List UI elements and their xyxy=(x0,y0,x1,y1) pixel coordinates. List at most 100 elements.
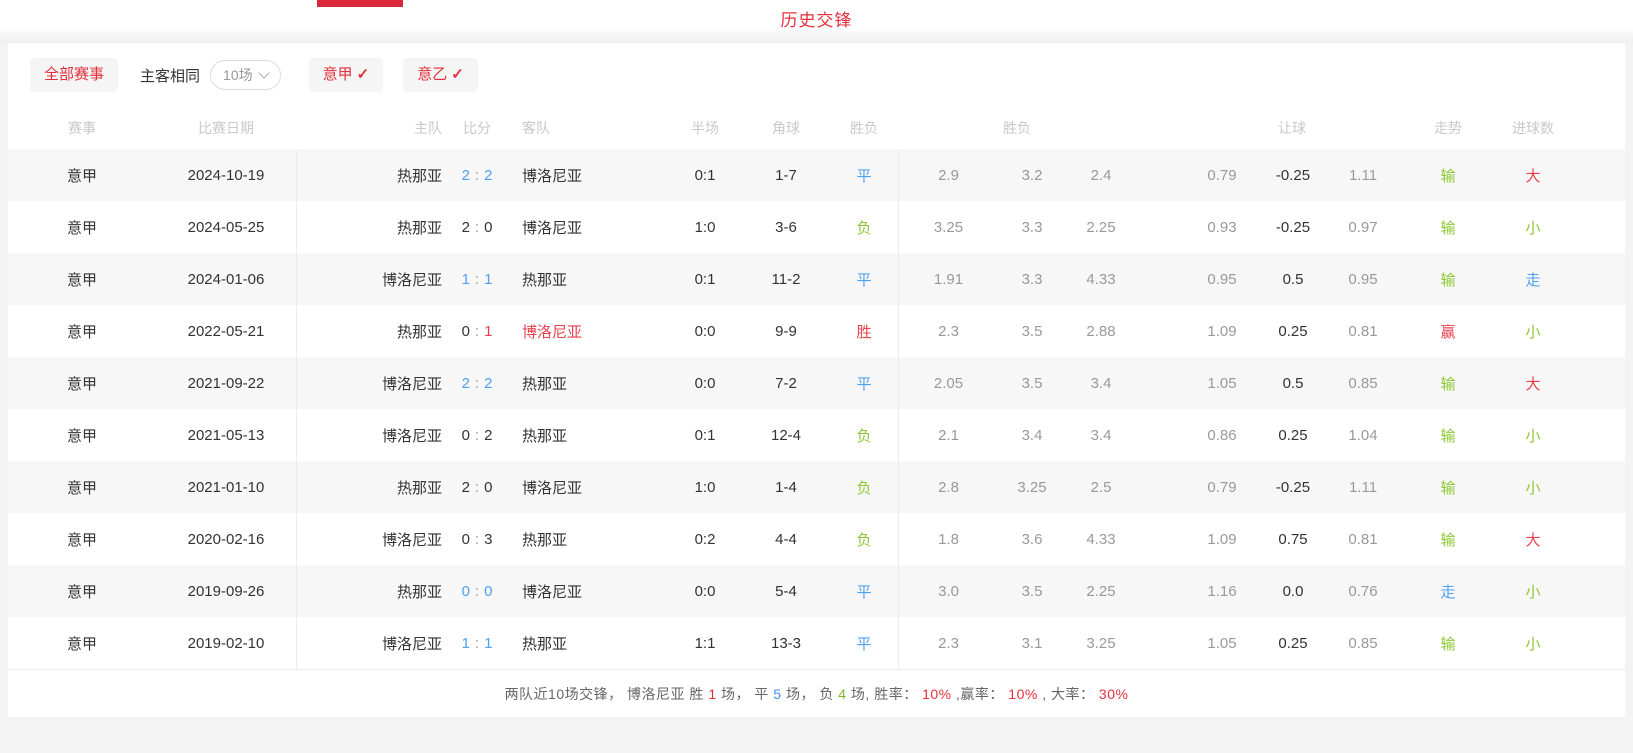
serie-b-filter-button[interactable]: 意乙✓ xyxy=(403,58,478,92)
trend-cell: 输 xyxy=(1398,529,1498,550)
odds-draw-cell: 3.4 xyxy=(998,427,1066,444)
home-team-cell: 博洛尼亚 xyxy=(296,253,452,305)
trend-cell: 输 xyxy=(1398,373,1498,394)
result-cell: 胜 xyxy=(830,321,898,342)
match-count-dropdown[interactable]: 10场 xyxy=(210,60,281,90)
history-card: 全部赛事 主客相同 10场 意甲✓ 意乙✓ 赛事 比赛日期 主队 比分 客队 半… xyxy=(8,43,1625,717)
handicap-home-cell: 1.05 xyxy=(1186,635,1258,652)
halftime-cell: 0:2 xyxy=(668,531,742,548)
serie-a-label: 意甲 xyxy=(323,66,353,83)
league-cell: 意甲 xyxy=(8,217,156,238)
handicap-line-cell: -0.25 xyxy=(1258,479,1328,496)
handicap-line-cell: -0.25 xyxy=(1258,219,1328,236)
handicap-away-cell: 1.11 xyxy=(1328,167,1398,184)
table-body: 意甲2024-10-19热那亚2:2博洛尼亚0:11-7平2.93.22.40.… xyxy=(8,149,1625,669)
handicap-home-cell: 0.95 xyxy=(1186,271,1258,288)
serie-a-filter-button[interactable]: 意甲✓ xyxy=(309,58,384,92)
goals-cell: 大 xyxy=(1498,373,1568,394)
score-cell: 1:1 xyxy=(452,635,502,652)
corner-cell: 1-7 xyxy=(742,167,830,184)
odds-home-cell: 1.8 xyxy=(898,513,998,565)
score-cell: 0:2 xyxy=(452,427,502,444)
handicap-home-cell: 1.05 xyxy=(1186,375,1258,392)
trend-cell: 输 xyxy=(1398,165,1498,186)
table-row: 意甲2021-01-10热那亚2:0博洛尼亚1:01-4负2.83.252.50… xyxy=(8,461,1625,513)
top-bar: 历史交锋 xyxy=(0,0,1633,28)
odds-away-cell: 3.25 xyxy=(1066,635,1136,652)
halftime-cell: 0:0 xyxy=(668,375,742,392)
odds-away-cell: 2.5 xyxy=(1066,479,1136,496)
summary-segment: , 大率： xyxy=(1042,686,1094,702)
away-team-cell: 热那亚 xyxy=(502,269,668,290)
handicap-home-cell: 0.86 xyxy=(1186,427,1258,444)
date-cell: 2024-01-06 xyxy=(156,271,296,288)
score-cell: 0:3 xyxy=(452,531,502,548)
table-row: 意甲2024-01-06博洛尼亚1:1热那亚0:111-2平1.913.34.3… xyxy=(8,253,1625,305)
handicap-line-cell: 0.25 xyxy=(1258,323,1328,340)
summary-segment: 30% xyxy=(1095,686,1129,702)
header-score: 比分 xyxy=(452,118,502,138)
score-cell: 0:0 xyxy=(452,583,502,600)
odds-draw-cell: 3.5 xyxy=(998,323,1066,340)
serie-b-label: 意乙 xyxy=(417,66,447,83)
odds-away-cell: 4.33 xyxy=(1066,531,1136,548)
result-cell: 平 xyxy=(830,633,898,654)
header-home: 主队 xyxy=(296,118,452,138)
handicap-home-cell: 1.09 xyxy=(1186,531,1258,548)
handicap-away-cell: 0.97 xyxy=(1328,219,1398,236)
away-team-cell: 博洛尼亚 xyxy=(502,581,668,602)
table-row: 意甲2019-02-10博洛尼亚1:1热那亚1:113-3平2.33.13.25… xyxy=(8,617,1625,669)
league-cell: 意甲 xyxy=(8,529,156,550)
same-home-away-label[interactable]: 主客相同 xyxy=(140,65,200,86)
trend-cell: 输 xyxy=(1398,477,1498,498)
corner-cell: 9-9 xyxy=(742,323,830,340)
league-cell: 意甲 xyxy=(8,321,156,342)
away-team-cell: 博洛尼亚 xyxy=(502,217,668,238)
date-cell: 2020-02-16 xyxy=(156,531,296,548)
goals-cell: 大 xyxy=(1498,165,1568,186)
corner-cell: 1-4 xyxy=(742,479,830,496)
corner-cell: 5-4 xyxy=(742,583,830,600)
halftime-cell: 1:1 xyxy=(668,635,742,652)
corner-cell: 12-4 xyxy=(742,427,830,444)
score-cell: 1:1 xyxy=(452,271,502,288)
halftime-cell: 0:1 xyxy=(668,271,742,288)
result-cell: 平 xyxy=(830,269,898,290)
away-team-cell: 热那亚 xyxy=(502,373,668,394)
table-row: 意甲2024-10-19热那亚2:2博洛尼亚0:11-7平2.93.22.40.… xyxy=(8,149,1625,201)
home-team-cell: 热那亚 xyxy=(296,461,452,513)
summary-segment: 场， 平 xyxy=(717,686,774,702)
date-cell: 2024-05-25 xyxy=(156,219,296,236)
goals-cell: 大 xyxy=(1498,529,1568,550)
home-team-cell: 博洛尼亚 xyxy=(296,617,452,669)
date-cell: 2022-05-21 xyxy=(156,323,296,340)
date-cell: 2021-05-13 xyxy=(156,427,296,444)
goals-cell: 小 xyxy=(1498,477,1568,498)
result-cell: 负 xyxy=(830,529,898,550)
goals-cell: 走 xyxy=(1498,269,1568,290)
active-tab-indicator[interactable] xyxy=(317,0,403,7)
odds-home-cell: 3.25 xyxy=(898,201,998,253)
trend-cell: 走 xyxy=(1398,581,1498,602)
summary-text: 两队近10场交锋， 博洛尼亚 胜 1 场， 平 5 场， 负 4 场, 胜率： … xyxy=(505,684,1129,704)
halftime-cell: 0:0 xyxy=(668,323,742,340)
all-matches-button[interactable]: 全部赛事 xyxy=(30,58,118,92)
odds-draw-cell: 3.25 xyxy=(998,479,1066,496)
score-cell: 2:2 xyxy=(452,167,502,184)
handicap-home-cell: 0.79 xyxy=(1186,479,1258,496)
handicap-line-cell: 0.5 xyxy=(1258,271,1328,288)
odds-home-cell: 2.05 xyxy=(898,357,998,409)
league-cell: 意甲 xyxy=(8,581,156,602)
league-cell: 意甲 xyxy=(8,269,156,290)
handicap-away-cell: 0.85 xyxy=(1328,375,1398,392)
corner-cell: 4-4 xyxy=(742,531,830,548)
league-cell: 意甲 xyxy=(8,633,156,654)
home-team-cell: 热那亚 xyxy=(296,565,452,617)
halftime-cell: 1:0 xyxy=(668,219,742,236)
goals-cell: 小 xyxy=(1498,321,1568,342)
chevron-down-icon xyxy=(258,67,269,78)
header-trend: 走势 xyxy=(1398,118,1498,138)
halftime-cell: 1:0 xyxy=(668,479,742,496)
handicap-line-cell: 0.5 xyxy=(1258,375,1328,392)
handicap-home-cell: 1.16 xyxy=(1186,583,1258,600)
